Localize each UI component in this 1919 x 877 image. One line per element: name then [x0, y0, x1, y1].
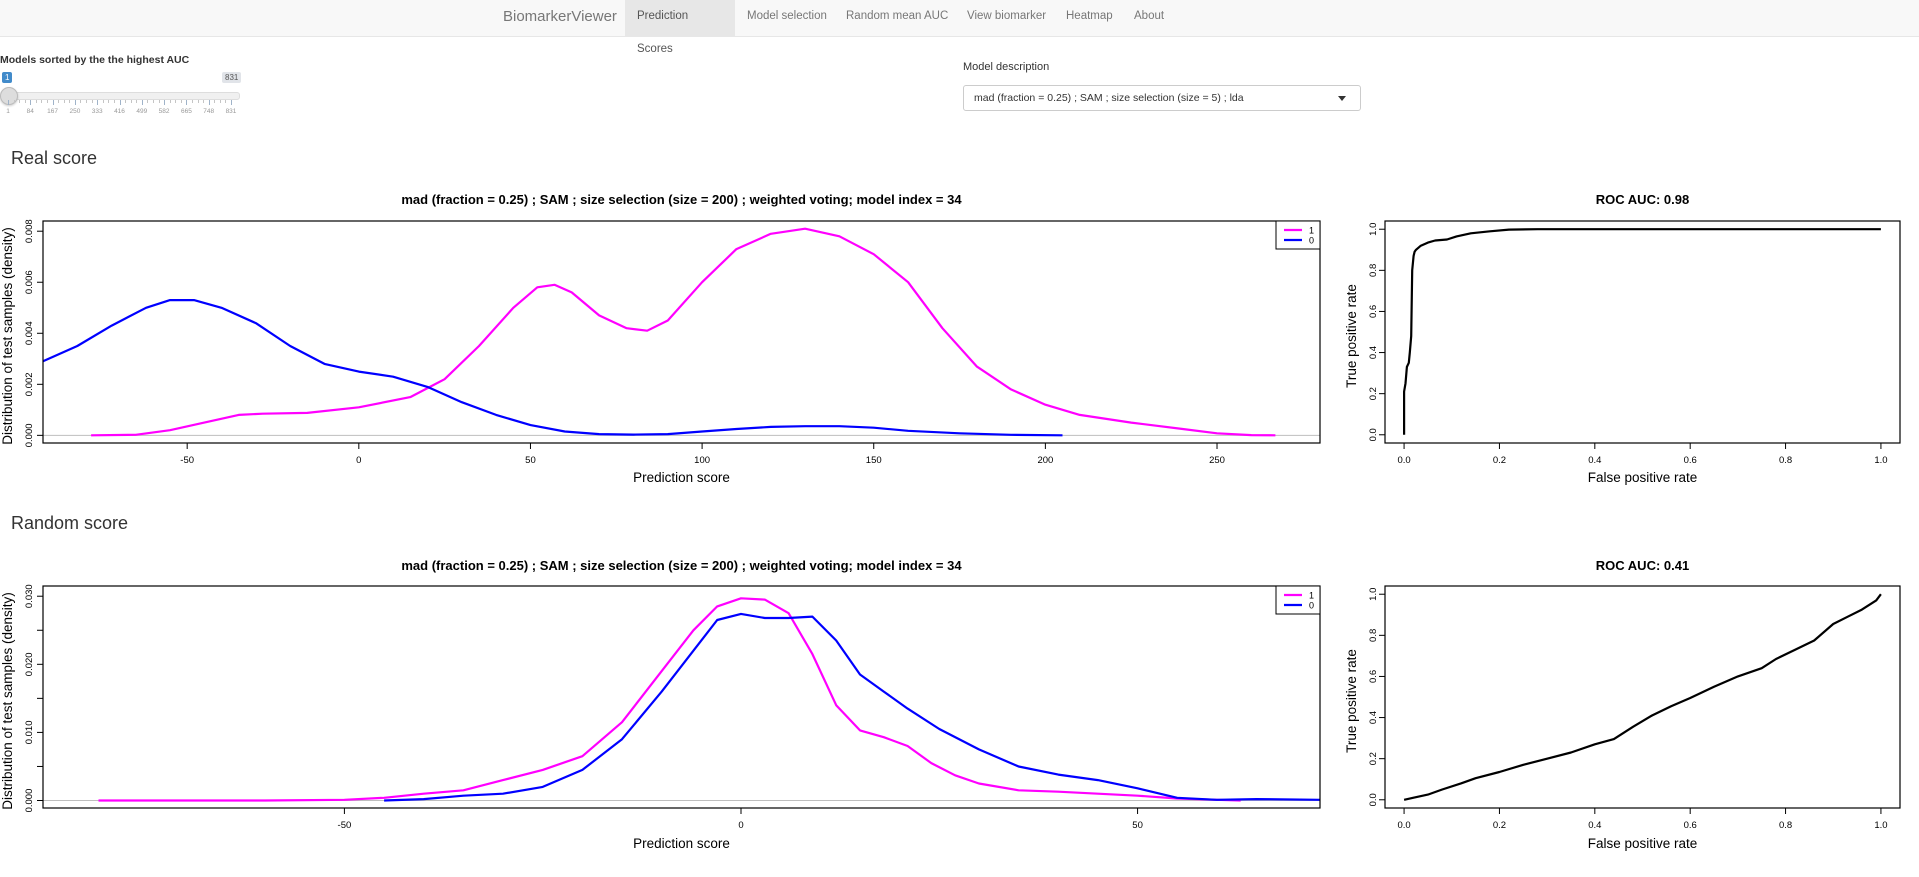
chart-title: mad (fraction = 0.25) ; SAM ; size selec…	[401, 192, 962, 207]
x-axis-label: False positive rate	[1588, 470, 1698, 485]
y-tick-label: 0.000	[24, 423, 35, 447]
x-tick-label: 0.6	[1684, 820, 1697, 831]
random-roc-chart: ROC AUC: 0.41 0.0 0.2 0.4 0.6 0.8 1.0 0.0 0.2 0.4…	[1344, 558, 1901, 851]
chart-title: ROC AUC: 0.41	[1596, 558, 1689, 573]
plot-frame	[1384, 220, 1901, 444]
x-tick-label: 0.8	[1779, 455, 1792, 466]
y-tick-label: 0.6	[1368, 670, 1379, 683]
x-tick-label: 100	[694, 455, 710, 466]
y-tick-label: 0.4	[1368, 346, 1379, 359]
x-tick-label: 0.0	[1397, 455, 1410, 466]
y-axis-label: Distribution of test samples (density)	[0, 227, 15, 445]
x-tick-label: 0.4	[1588, 820, 1601, 831]
y-tick-label: 0.004	[24, 321, 35, 345]
x-tick-label: 1.0	[1874, 820, 1887, 831]
y-axis-label: Distribution of test samples (density)	[0, 592, 15, 810]
x-axis-label: Prediction score	[633, 836, 730, 851]
y-tick-label: 0.8	[1368, 629, 1379, 642]
x-tick-label: 50	[1132, 820, 1143, 831]
x-tick-label: 0.2	[1493, 820, 1506, 831]
legend-label: 1	[1309, 591, 1314, 601]
y-tick-label: 0.000	[24, 789, 35, 813]
legend-label: 1	[1309, 226, 1314, 236]
x-tick-label: -50	[338, 820, 352, 831]
real-density-chart: mad (fraction = 0.25) ; SAM ; size selec…	[0, 192, 1321, 485]
y-tick-label: 0.8	[1368, 264, 1379, 277]
x-tick-label: -50	[180, 455, 194, 466]
chart-title: mad (fraction = 0.25) ; SAM ; size selec…	[401, 558, 962, 573]
y-tick-label: 1.0	[1368, 223, 1379, 236]
legend-label: 0	[1309, 236, 1314, 246]
random-density-chart: mad (fraction = 0.25) ; SAM ; size selec…	[0, 558, 1321, 851]
y-tick-label: 0.010	[24, 721, 35, 745]
y-tick-label: 0.002	[24, 372, 35, 396]
x-tick-label: 50	[525, 455, 536, 466]
y-tick-label: 1.0	[1368, 588, 1379, 601]
x-tick-label: 0	[738, 820, 743, 831]
x-tick-label: 0.4	[1588, 455, 1601, 466]
y-tick-label: 0.006	[24, 270, 35, 294]
plots: mad (fraction = 0.25) ; SAM ; size selec…	[0, 192, 1901, 851]
y-tick-label: 0.030	[24, 584, 35, 608]
real-roc-chart: ROC AUC: 0.98 0.0 0.2 0.4 0.6 0.8 1.0 0.0 0.2 0.4…	[1344, 192, 1901, 485]
series-line-roc	[1402, 228, 1881, 435]
x-tick-label: 0	[356, 455, 361, 466]
chart-title: ROC AUC: 0.98	[1596, 192, 1689, 207]
x-tick-label: 0.8	[1779, 820, 1792, 831]
x-tick-label: 0.6	[1684, 455, 1697, 466]
plot-frame	[42, 220, 1321, 444]
x-tick-label: 0.0	[1397, 820, 1410, 831]
plot-frame	[42, 585, 1321, 809]
y-axis-label: True positive rate	[1344, 649, 1359, 753]
y-tick-label: 0.0	[1368, 793, 1379, 806]
y-tick-label: 0.2	[1368, 387, 1379, 400]
series-line-1	[98, 597, 1241, 802]
x-axis-label: Prediction score	[633, 470, 730, 485]
x-tick-label: 200	[1037, 455, 1053, 466]
series-line-0	[42, 299, 1063, 437]
y-tick-label: 0.6	[1368, 305, 1379, 318]
series-line-roc	[1403, 593, 1882, 801]
series-line-0	[384, 612, 1321, 802]
x-tick-label: 250	[1209, 455, 1225, 466]
y-tick-label: 0.2	[1368, 752, 1379, 765]
x-tick-label: 0.2	[1493, 455, 1506, 466]
y-axis-label: True positive rate	[1344, 284, 1359, 388]
y-tick-label: 0.4	[1368, 711, 1379, 724]
legend-label: 0	[1309, 601, 1314, 611]
plot-frame	[1384, 585, 1901, 809]
y-tick-label: 0.020	[24, 652, 35, 676]
x-tick-label: 1.0	[1874, 455, 1887, 466]
y-tick-label: 0.008	[24, 219, 35, 243]
x-tick-label: 150	[866, 455, 882, 466]
x-axis-label: False positive rate	[1588, 836, 1698, 851]
y-tick-label: 0.0	[1368, 428, 1379, 441]
